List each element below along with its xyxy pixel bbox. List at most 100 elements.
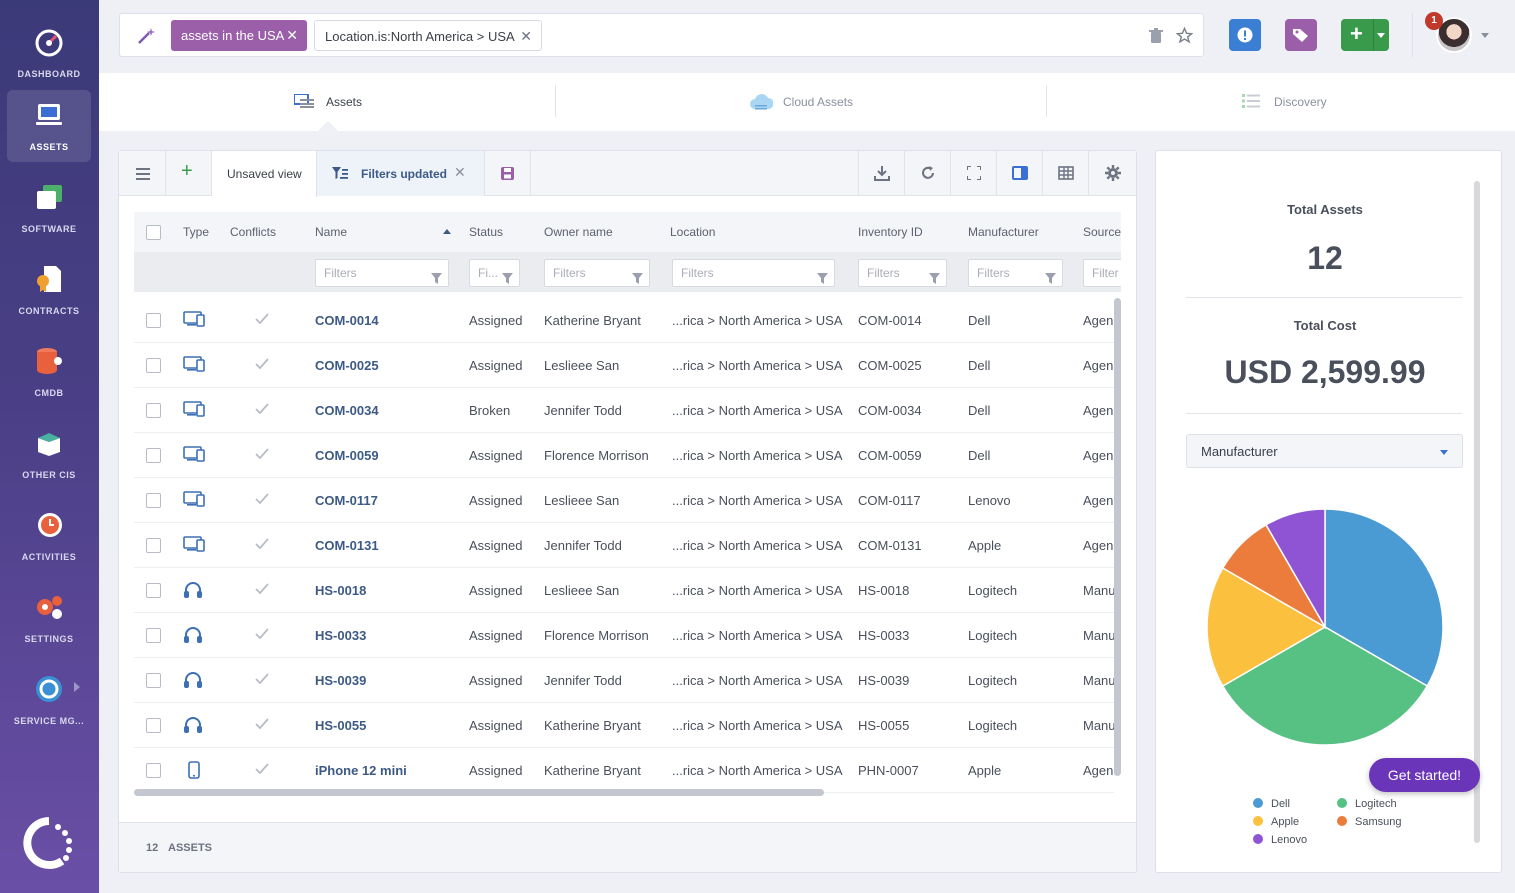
asset-name-link[interactable]: COM-0034 — [315, 388, 379, 433]
table-row[interactable]: COM-0014 Assigned Katherine Bryant ...rica … — [134, 298, 1114, 343]
row-checkbox[interactable] — [146, 448, 161, 463]
asset-name-link[interactable]: COM-0059 — [315, 433, 379, 478]
owner-filter-input[interactable]: Filters — [544, 259, 650, 287]
table-row[interactable]: HS-0033 Assigned Florence Morrison ...rica … — [134, 613, 1114, 658]
asset-name-link[interactable]: iPhone 12 mini — [315, 748, 407, 793]
magic-wand-icon[interactable] — [136, 27, 156, 45]
sort-ascending-icon[interactable] — [443, 229, 451, 234]
search-bar[interactable]: assets in the USA ✕ Location.is:North Am… — [119, 13, 1204, 57]
nav-dashboard[interactable]: DASHBOARD — [7, 17, 91, 89]
column-header-type[interactable]: Type — [183, 212, 209, 252]
row-checkbox[interactable] — [146, 493, 161, 508]
nav-assets[interactable]: ASSETS — [7, 90, 91, 162]
menu-button[interactable] — [119, 151, 166, 196]
table-row[interactable]: COM-0117 Assigned Leslieee San ...rica > No… — [134, 478, 1114, 523]
legend-item-apple[interactable]: Apple — [1253, 816, 1299, 828]
location-filter-input[interactable]: Filters — [672, 259, 835, 287]
row-checkbox[interactable] — [146, 718, 161, 733]
table-row[interactable]: HS-0018 Assigned Leslieee San ...rica > Nor… — [134, 568, 1114, 613]
column-header-source[interactable]: Source — [1083, 212, 1121, 252]
nav-cmdb[interactable]: CMDB — [7, 336, 91, 408]
tab-unsaved-view[interactable]: Unsaved view — [212, 151, 317, 197]
refresh-button[interactable] — [904, 151, 950, 196]
table-row[interactable]: iPhone 12 mini Assigned Katherine Bryant..… — [134, 748, 1114, 793]
asset-name-link[interactable]: HS-0039 — [315, 658, 366, 703]
asset-name-link[interactable]: COM-0131 — [315, 523, 379, 568]
close-icon[interactable]: ✕ — [454, 164, 466, 181]
column-header-status[interactable]: Status — [469, 212, 503, 252]
asset-name-link[interactable]: COM-0025 — [315, 343, 379, 388]
export-button[interactable] — [858, 151, 904, 196]
tag-button[interactable] — [1285, 19, 1317, 51]
table-row[interactable]: COM-0034 Broken Jennifer Todd ...rica > Nor… — [134, 388, 1114, 433]
side-panel-button[interactable] — [996, 151, 1042, 196]
column-header-name[interactable]: Name — [315, 212, 347, 252]
asset-name-link[interactable]: HS-0018 — [315, 568, 366, 613]
alert-button[interactable] — [1229, 19, 1261, 51]
select-all-checkbox[interactable] — [146, 225, 161, 240]
inventory-filter-input[interactable]: Filters — [858, 259, 947, 287]
legend-item-lenovo[interactable]: Lenovo — [1253, 834, 1307, 846]
asset-name-link[interactable]: HS-0033 — [315, 613, 366, 658]
add-view-button[interactable]: + — [166, 151, 212, 196]
name-filter-input[interactable]: Filters — [315, 259, 449, 287]
settings-button[interactable] — [1088, 151, 1136, 196]
row-checkbox[interactable] — [146, 673, 161, 688]
row-checkbox[interactable] — [146, 538, 161, 553]
row-checkbox[interactable] — [146, 403, 161, 418]
column-header-manufacturer[interactable]: Manufacturer — [968, 212, 1039, 252]
close-icon[interactable]: ✕ — [520, 21, 532, 52]
table-row[interactable]: HS-0039 Assigned Jennifer Todd ...rica > No… — [134, 658, 1114, 703]
legend-item-samsung[interactable]: Samsung — [1337, 816, 1401, 828]
legend-item-logitech[interactable]: Logitech — [1337, 798, 1397, 810]
tab-filters-updated[interactable]: Filters updated ✕ — [317, 151, 485, 196]
close-icon[interactable]: ✕ — [286, 20, 298, 51]
source-filter-input[interactable]: Filter — [1083, 259, 1121, 287]
table-row[interactable]: COM-0059 Assigned Florence Morrison ...rica… — [134, 433, 1114, 478]
column-header-owner[interactable]: Owner name — [544, 212, 613, 252]
row-checkbox[interactable] — [146, 358, 161, 373]
group-by-select[interactable]: Manufacturer — [1186, 434, 1463, 468]
table-row[interactable]: COM-0025 Assigned Leslieee San ...rica > No… — [134, 343, 1114, 388]
get-started-button[interactable]: Get started! — [1369, 758, 1480, 792]
nav-settings[interactable]: SETTINGS — [7, 582, 91, 654]
legend-item-dell[interactable]: Dell — [1253, 798, 1290, 810]
status-cell: Assigned — [469, 718, 523, 733]
asset-name-link[interactable]: HS-0055 — [315, 703, 366, 748]
trash-icon[interactable] — [1149, 28, 1163, 44]
vertical-scrollbar[interactable] — [1114, 298, 1121, 776]
column-header-inventory-id[interactable]: Inventory ID — [858, 212, 923, 252]
chevron-down-icon[interactable] — [1377, 33, 1385, 38]
asset-name-link[interactable]: COM-0117 — [315, 478, 378, 523]
row-checkbox[interactable] — [146, 583, 161, 598]
table-view-button[interactable] — [1042, 151, 1088, 196]
search-chip-query[interactable]: assets in the USA ✕ — [171, 20, 307, 51]
nav-other-cis[interactable]: OTHER CIS — [7, 418, 91, 490]
star-icon[interactable] — [1176, 27, 1193, 44]
save-button[interactable] — [485, 151, 531, 196]
status-filter-input[interactable]: Fi... — [469, 259, 520, 287]
chevron-down-icon[interactable] — [1481, 33, 1489, 38]
asset-name-link[interactable]: COM-0014 — [315, 298, 379, 343]
row-checkbox[interactable] — [146, 763, 161, 778]
nav-activities[interactable]: ACTIVITIES — [7, 500, 91, 572]
nav-software[interactable]: SOFTWARE — [7, 172, 91, 244]
add-button[interactable]: + — [1341, 19, 1389, 51]
inventory-id-cell: HS-0055 — [858, 718, 910, 733]
row-checkbox[interactable] — [146, 628, 161, 643]
expand-arrow-icon[interactable] — [74, 682, 80, 692]
manufacturer-cell: Dell — [968, 403, 991, 418]
horizontal-scrollbar[interactable] — [134, 789, 824, 796]
table-row[interactable]: COM-0131 Assigned Jennifer Todd ...rica > N… — [134, 523, 1114, 568]
manufacturer-filter-input[interactable]: Filters — [968, 259, 1063, 287]
nav-contracts[interactable]: CONTRACTS — [7, 254, 91, 326]
legend-swatch — [1253, 798, 1263, 808]
column-header-location[interactable]: Location — [670, 212, 715, 252]
column-header-conflicts[interactable]: Conflicts — [230, 212, 276, 252]
fullscreen-button[interactable] — [950, 151, 996, 196]
vertical-scrollbar[interactable] — [1474, 181, 1480, 843]
search-chip-location[interactable]: Location.is:North America > USA ✕ — [314, 20, 542, 51]
nav-service-mgmt[interactable]: SERVICE MG... — [7, 664, 91, 736]
table-row[interactable]: HS-0055 Assigned Katherine Bryant ...rica >… — [134, 703, 1114, 748]
row-checkbox[interactable] — [146, 313, 161, 328]
